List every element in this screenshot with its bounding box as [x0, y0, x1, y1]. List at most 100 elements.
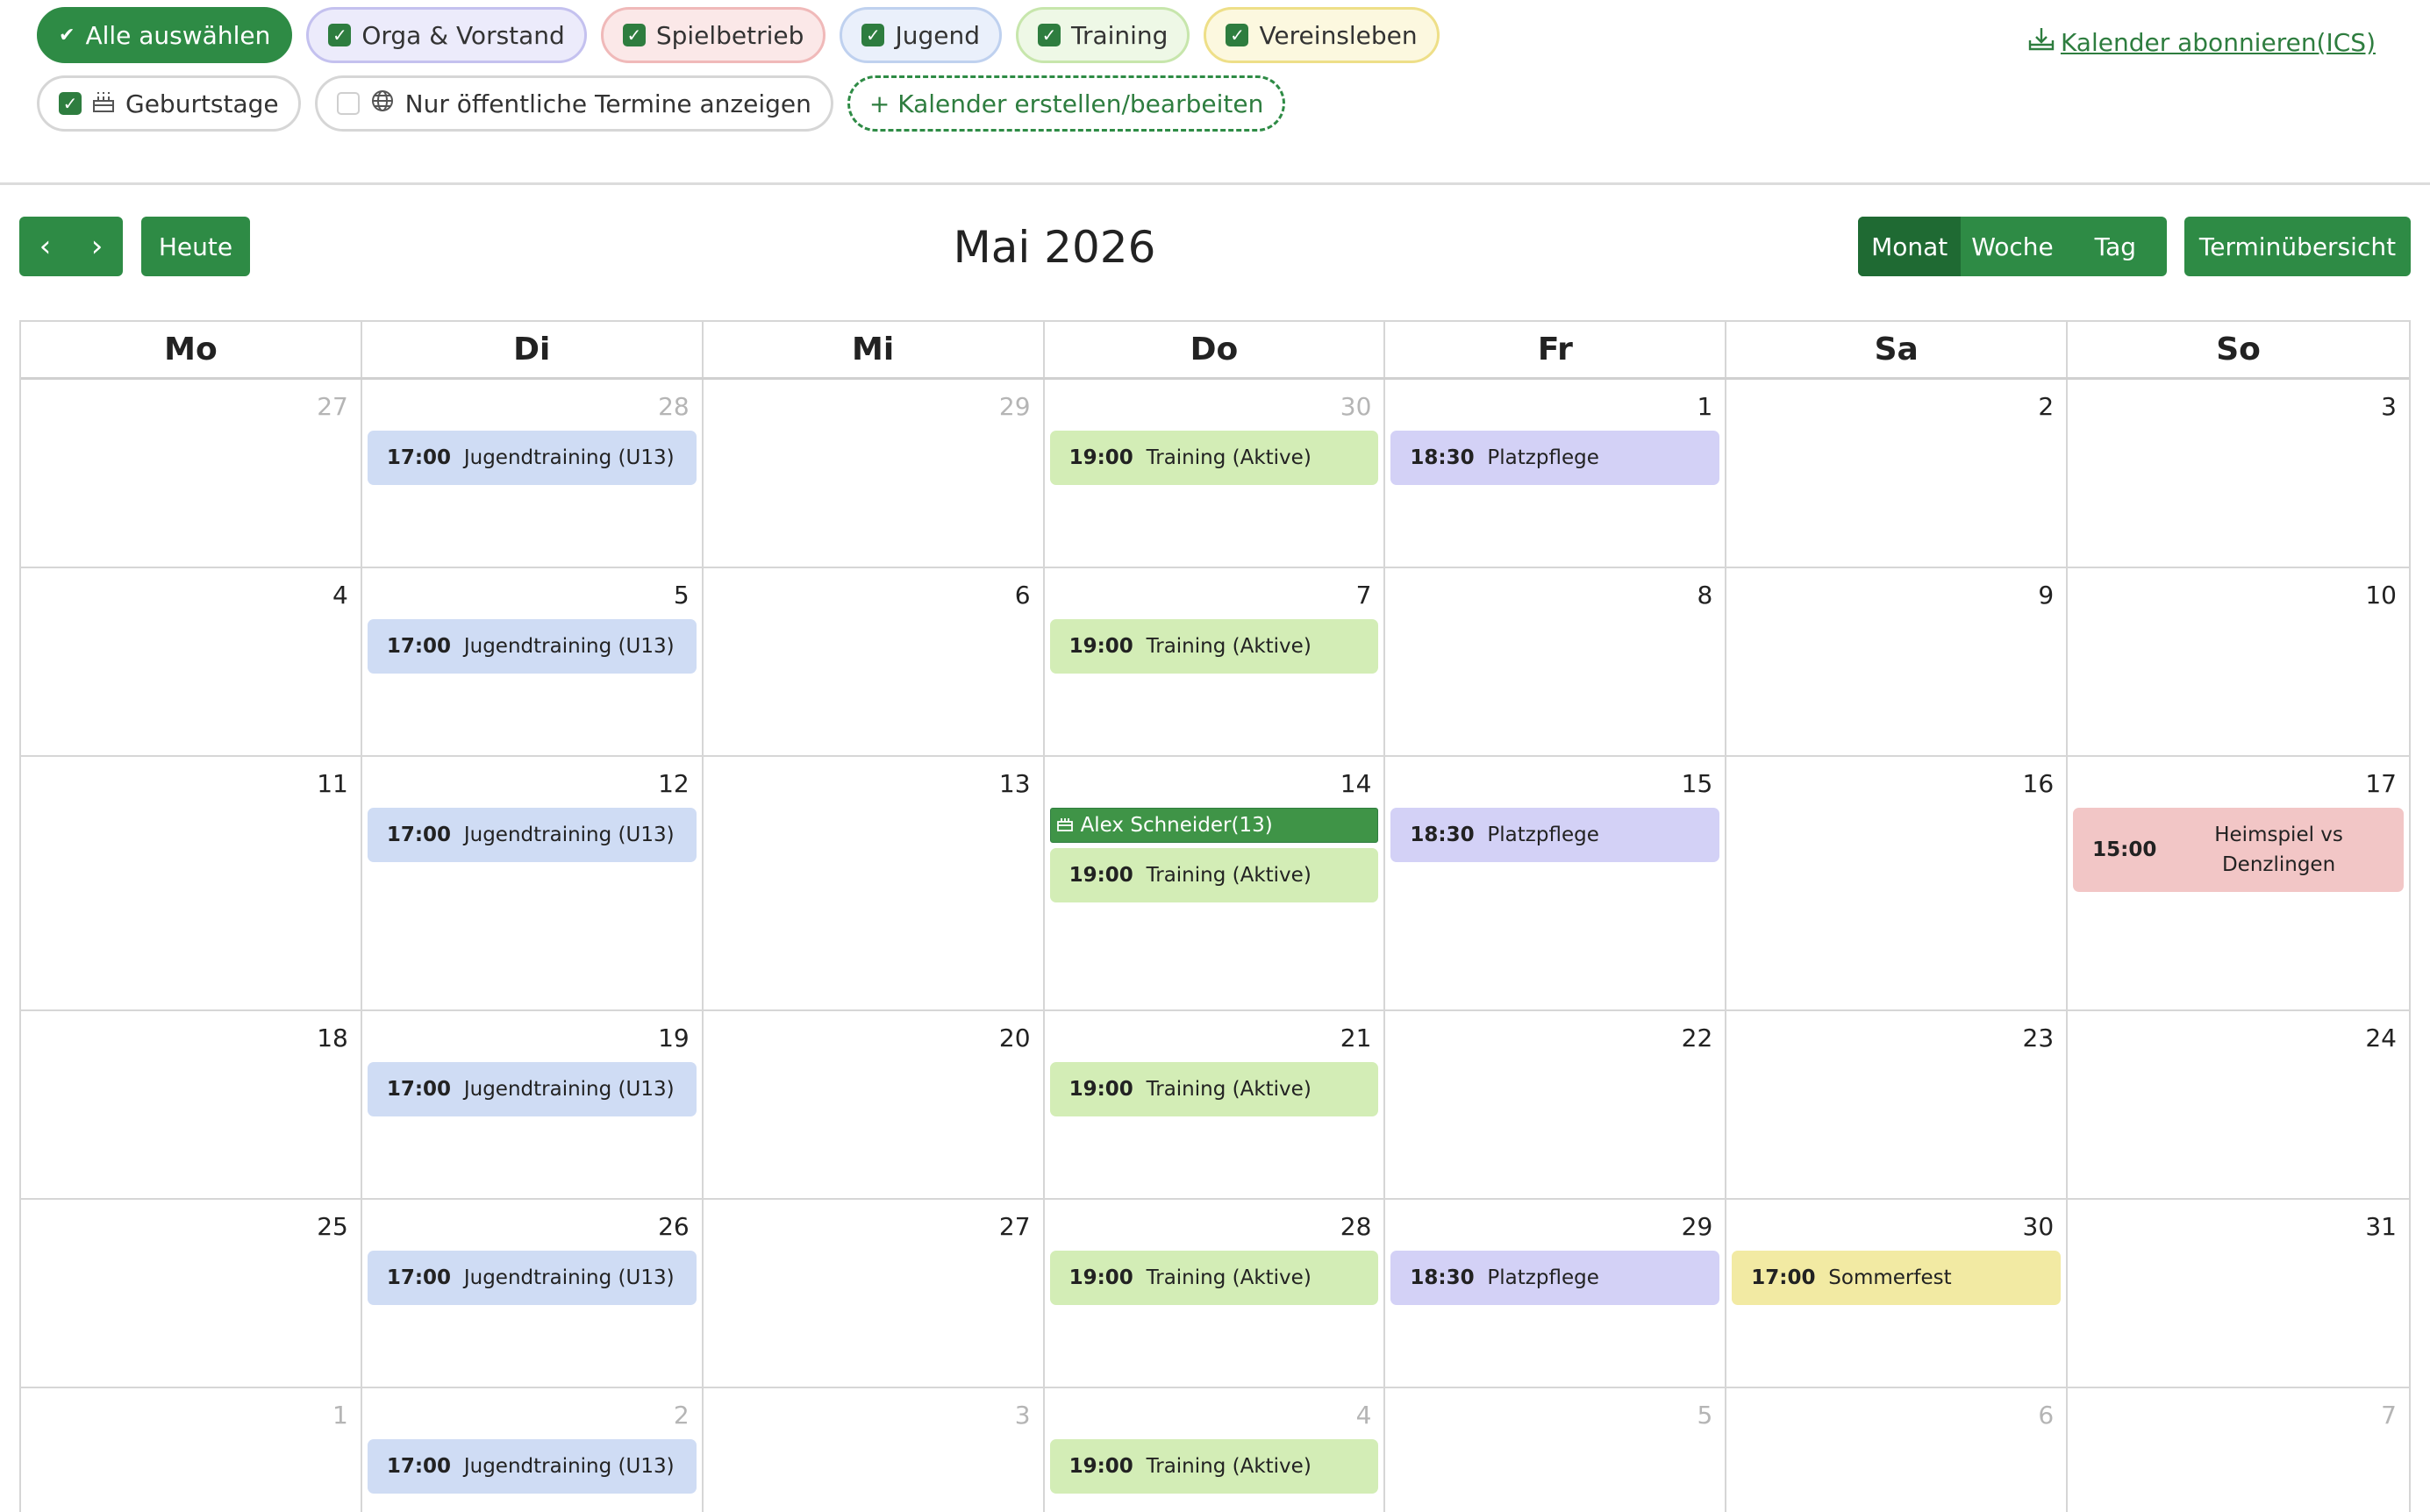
- day-cell[interactable]: 5 17:00 Jugendtraining (U13): [362, 568, 704, 755]
- checkbox-checked-icon[interactable]: ✓: [59, 92, 82, 115]
- calendar-event[interactable]: 19:00 Training (Aktive): [1049, 1062, 1379, 1116]
- day-number[interactable]: 23: [1732, 1020, 2061, 1057]
- day-cell[interactable]: 1 18:30 Platzpflege: [1385, 380, 1727, 567]
- day-number[interactable]: 7: [2073, 1397, 2404, 1434]
- day-cell[interactable]: 24: [2068, 1011, 2409, 1198]
- filter-chip-birthdays[interactable]: ✓ Geburtstage: [37, 75, 301, 132]
- checkbox-checked-icon[interactable]: ✓: [1226, 24, 1249, 46]
- day-cell[interactable]: 3: [2068, 380, 2409, 567]
- filter-chip-jugend[interactable]: ✓ Jugend: [840, 7, 1002, 63]
- day-cell[interactable]: 3: [704, 1388, 1045, 1512]
- day-cell[interactable]: 2 17:00 Jugendtraining (U13): [362, 1388, 704, 1512]
- day-cell[interactable]: 21 19:00 Training (Aktive): [1045, 1011, 1386, 1198]
- day-number[interactable]: 22: [1390, 1020, 1719, 1057]
- day-cell[interactable]: 8: [1385, 568, 1727, 755]
- view-week-button[interactable]: Woche: [1961, 217, 2063, 276]
- day-cell[interactable]: 1: [21, 1388, 362, 1512]
- filter-chip-orga[interactable]: ✓ Orga & Vorstand: [306, 7, 587, 63]
- day-number[interactable]: 1: [26, 1397, 355, 1434]
- day-number[interactable]: 31: [2073, 1209, 2404, 1245]
- day-cell[interactable]: 16: [1726, 757, 2069, 1009]
- day-number[interactable]: 28: [368, 389, 697, 425]
- day-number[interactable]: 16: [1732, 766, 2061, 802]
- day-number[interactable]: 4: [1050, 1397, 1379, 1434]
- day-number[interactable]: 3: [2073, 389, 2404, 425]
- day-number[interactable]: 28: [1050, 1209, 1379, 1245]
- day-cell[interactable]: 9: [1726, 568, 2069, 755]
- day-cell[interactable]: 6: [704, 568, 1045, 755]
- day-number[interactable]: 14: [1050, 766, 1379, 802]
- calendar-event[interactable]: 18:30 Platzpflege: [1390, 808, 1720, 862]
- day-cell[interactable]: 22: [1385, 1011, 1727, 1198]
- day-cell[interactable]: 17 15:00 Heimspiel vs Denzlingen: [2068, 757, 2409, 1009]
- calendar-event[interactable]: 15:00 Heimspiel vs Denzlingen: [2073, 808, 2404, 892]
- day-number[interactable]: 21: [1050, 1020, 1379, 1057]
- day-cell[interactable]: 29: [704, 380, 1045, 567]
- day-cell[interactable]: 30 19:00 Training (Aktive): [1045, 380, 1386, 567]
- day-cell[interactable]: 28 19:00 Training (Aktive): [1045, 1200, 1386, 1387]
- day-cell[interactable]: 13: [704, 757, 1045, 1009]
- day-cell[interactable]: 5: [1385, 1388, 1727, 1512]
- day-cell[interactable]: 30 17:00 Sommerfest: [1726, 1200, 2069, 1387]
- calendar-event[interactable]: 19:00 Training (Aktive): [1049, 619, 1379, 674]
- day-number[interactable]: 5: [1390, 1397, 1719, 1434]
- day-cell[interactable]: 4: [21, 568, 362, 755]
- day-cell[interactable]: 2: [1726, 380, 2069, 567]
- view-day-button[interactable]: Tag: [2064, 217, 2167, 276]
- day-cell[interactable]: 10: [2068, 568, 2409, 755]
- day-number[interactable]: 1: [1390, 389, 1719, 425]
- day-number[interactable]: 7: [1050, 577, 1379, 614]
- calendar-event[interactable]: 19:00 Training (Aktive): [1049, 431, 1379, 485]
- calendar-event[interactable]: 17:00 Jugendtraining (U13): [367, 431, 697, 485]
- day-cell[interactable]: 15 18:30 Platzpflege: [1385, 757, 1727, 1009]
- day-number[interactable]: 26: [368, 1209, 697, 1245]
- checkbox-checked-icon[interactable]: ✓: [861, 24, 885, 46]
- day-number[interactable]: 6: [709, 577, 1038, 614]
- day-number[interactable]: 13: [709, 766, 1038, 802]
- day-cell[interactable]: 23: [1726, 1011, 2069, 1198]
- calendar-event[interactable]: 17:00 Jugendtraining (U13): [367, 1251, 697, 1305]
- day-cell[interactable]: 27: [21, 380, 362, 567]
- day-number[interactable]: 27: [26, 389, 355, 425]
- day-number[interactable]: 20: [709, 1020, 1038, 1057]
- create-calendar-button[interactable]: + Kalender erstellen/bearbeiten: [847, 75, 1286, 132]
- day-number[interactable]: 8: [1390, 577, 1719, 614]
- day-cell[interactable]: 6: [1726, 1388, 2069, 1512]
- day-number[interactable]: 11: [26, 766, 355, 802]
- calendar-event[interactable]: 17:00 Sommerfest: [1732, 1251, 2062, 1305]
- day-cell[interactable]: 20: [704, 1011, 1045, 1198]
- view-month-button[interactable]: Monat: [1858, 217, 1962, 276]
- calendar-event[interactable]: 17:00 Jugendtraining (U13): [367, 1062, 697, 1116]
- day-cell[interactable]: 28 17:00 Jugendtraining (U13): [362, 380, 704, 567]
- calendar-event[interactable]: 19:00 Training (Aktive): [1049, 1439, 1379, 1494]
- day-number[interactable]: 9: [1732, 577, 2061, 614]
- checkbox-checked-icon[interactable]: ✓: [328, 24, 352, 46]
- day-number[interactable]: 2: [1732, 389, 2061, 425]
- day-cell[interactable]: 19 17:00 Jugendtraining (U13): [362, 1011, 704, 1198]
- day-number[interactable]: 19: [368, 1020, 697, 1057]
- day-cell[interactable]: 31: [2068, 1200, 2409, 1387]
- day-number[interactable]: 24: [2073, 1020, 2404, 1057]
- day-number[interactable]: 12: [368, 766, 697, 802]
- day-number[interactable]: 2: [368, 1397, 697, 1434]
- day-number[interactable]: 17: [2073, 766, 2404, 802]
- calendar-event[interactable]: 19:00 Training (Aktive): [1049, 848, 1379, 902]
- subscribe-ics-link[interactable]: Kalender abonnieren(ICS): [2027, 26, 2376, 59]
- day-cell[interactable]: 29 18:30 Platzpflege: [1385, 1200, 1727, 1387]
- calendar-event[interactable]: 18:30 Platzpflege: [1390, 431, 1720, 485]
- day-number[interactable]: 25: [26, 1209, 355, 1245]
- calendar-event[interactable]: 18:30 Platzpflege: [1390, 1251, 1720, 1305]
- day-number[interactable]: 3: [709, 1397, 1038, 1434]
- select-all-chip[interactable]: ✔ Alle auswählen: [37, 7, 293, 63]
- day-cell[interactable]: 25: [21, 1200, 362, 1387]
- day-number[interactable]: 29: [1390, 1209, 1719, 1245]
- calendar-event[interactable]: 17:00 Jugendtraining (U13): [367, 808, 697, 862]
- day-cell[interactable]: 14 Alex Schneider(13) 19:00 Training (Aktiv…: [1045, 757, 1386, 1009]
- calendar-event[interactable]: 17:00 Jugendtraining (U13): [367, 619, 697, 674]
- filter-chip-public-only[interactable]: Nur öffentliche Termine anzeigen: [314, 75, 833, 132]
- day-cell[interactable]: 7: [2068, 1388, 2409, 1512]
- day-cell[interactable]: 11: [21, 757, 362, 1009]
- day-number[interactable]: 5: [368, 577, 697, 614]
- day-number[interactable]: 30: [1050, 389, 1379, 425]
- day-cell[interactable]: 12 17:00 Jugendtraining (U13): [362, 757, 704, 1009]
